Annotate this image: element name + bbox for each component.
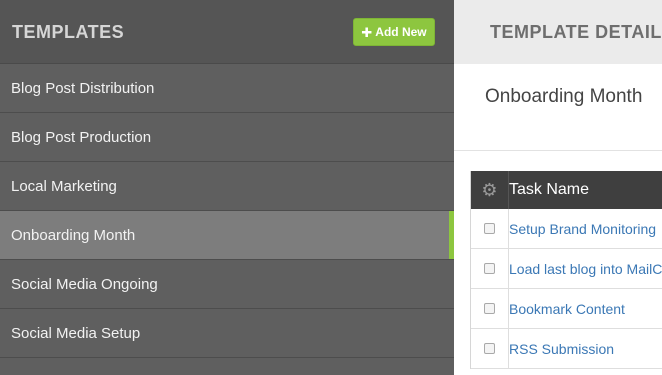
task-name-column-header[interactable]: Task Name [509, 181, 589, 199]
task-checkbox[interactable] [484, 223, 495, 234]
template-item-social-media-setup[interactable]: Social Media Setup [0, 309, 454, 358]
table-row: Load last blog into MailChimp [471, 249, 662, 289]
template-item-label: Blog Post Production [11, 128, 152, 146]
checkbox-cell [471, 249, 509, 288]
gear-icon[interactable]: ⚙ [481, 181, 497, 199]
checkbox-cell [471, 289, 509, 328]
template-item-label: Social Media Ongoing [11, 275, 158, 293]
task-table: ⚙ Task Name Setup Brand Monitoring Load … [470, 171, 662, 369]
template-name-heading: Onboarding Month [485, 86, 643, 107]
template-item-blog-post-production[interactable]: Blog Post Production [0, 113, 454, 162]
template-item-label: Blog Post Distribution [11, 79, 155, 97]
table-settings-cell[interactable]: ⚙ [471, 171, 509, 209]
template-item-label: Social Media Setup [11, 324, 141, 342]
template-item-label: Local Marketing [11, 177, 117, 195]
task-checkbox[interactable] [484, 303, 495, 314]
template-item-social-media-ongoing[interactable]: Social Media Ongoing [0, 260, 454, 309]
table-row: RSS Submission [471, 329, 662, 369]
task-link[interactable]: Bookmark Content [509, 301, 625, 317]
add-new-button[interactable]: ✚ Add New [353, 18, 435, 46]
details-title: TEMPLATE DETAILS [490, 22, 662, 42]
task-checkbox[interactable] [484, 263, 495, 274]
task-checkbox[interactable] [484, 343, 495, 354]
task-link[interactable]: Load last blog into MailChimp [509, 261, 662, 277]
task-link[interactable]: RSS Submission [509, 341, 614, 357]
template-item-local-marketing[interactable]: Local Marketing [0, 162, 454, 211]
template-item-label: Onboarding Month [11, 226, 136, 244]
table-header: ⚙ Task Name [471, 171, 662, 209]
divider [454, 150, 662, 151]
checkbox-cell [471, 329, 509, 368]
template-list: Blog Post Distribution Blog Post Product… [0, 64, 454, 358]
add-new-label: Add New [375, 25, 427, 39]
table-row: Setup Brand Monitoring [471, 209, 662, 249]
checkbox-cell [471, 209, 509, 248]
task-link[interactable]: Setup Brand Monitoring [509, 221, 656, 237]
template-details-header: TEMPLATE DETAILS [454, 0, 662, 64]
template-item-blog-post-distribution[interactable]: Blog Post Distribution [0, 64, 454, 113]
templates-sidebar: TEMPLATES ✚ Add New Blog Post Distributi… [0, 0, 454, 375]
template-item-onboarding-month[interactable]: Onboarding Month [0, 211, 454, 260]
sidebar-title: TEMPLATES [12, 22, 125, 42]
sidebar-header: TEMPLATES ✚ Add New [0, 0, 454, 64]
table-row: Bookmark Content [471, 289, 662, 329]
plus-icon: ✚ [361, 24, 373, 40]
